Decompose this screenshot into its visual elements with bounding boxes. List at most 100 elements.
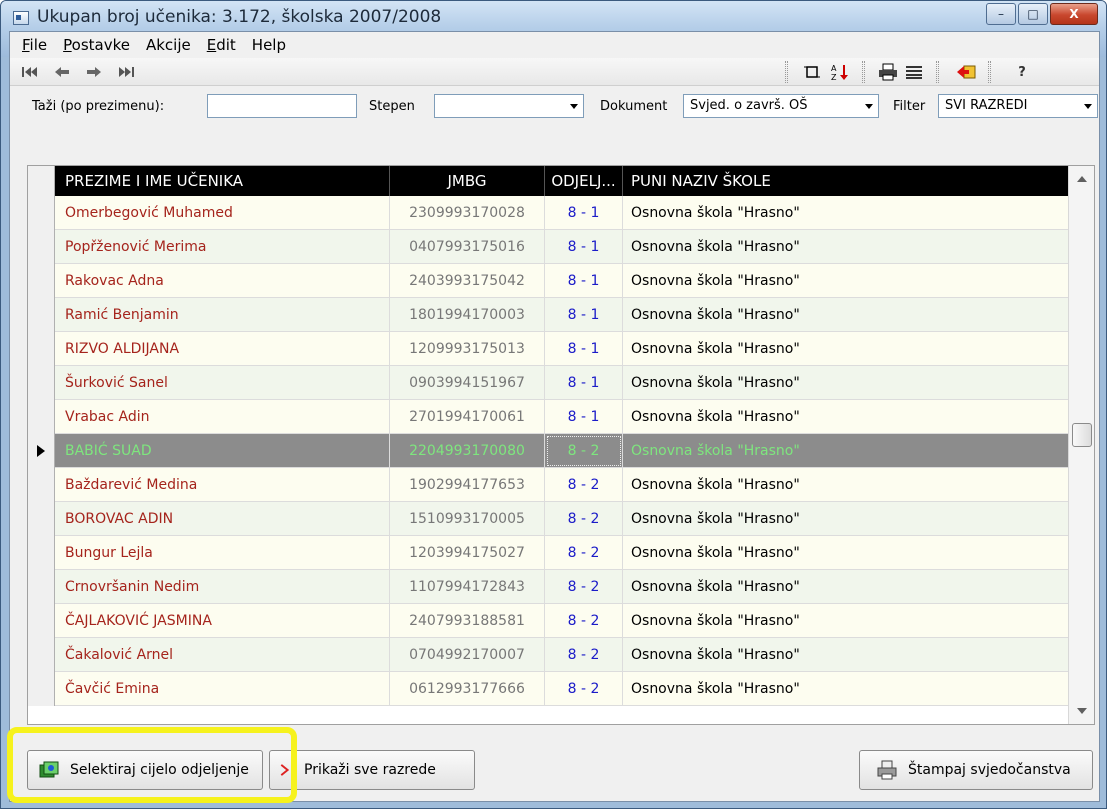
cell-student-name[interactable]: Čakalović Arnel bbox=[55, 638, 390, 672]
cell-jmbg[interactable]: 1902994177653 bbox=[390, 468, 545, 502]
row-indicator[interactable] bbox=[28, 298, 55, 332]
minimize-button[interactable]: – bbox=[986, 3, 1016, 25]
cell-student-name[interactable]: BOROVAC ADIN bbox=[55, 502, 390, 536]
cell-skola[interactable]: Osnovna škola "Hrasno" bbox=[623, 230, 1068, 264]
sort-icon[interactable]: AZ bbox=[828, 61, 852, 83]
cell-jmbg[interactable]: 2701994170061 bbox=[390, 400, 545, 434]
cell-skola[interactable]: Osnovna škola "Hrasno" bbox=[623, 468, 1068, 502]
stepen-select[interactable] bbox=[434, 94, 584, 118]
cell-odjeljenje[interactable]: 8 - 2 bbox=[545, 536, 623, 570]
cell-skola[interactable]: Osnovna škola "Hrasno" bbox=[623, 332, 1068, 366]
menu-edit[interactable]: Edit bbox=[199, 36, 244, 54]
table-row[interactable]: BABIĆ SUAD 2204993170080 8 - 2 Osnovna škol… bbox=[28, 434, 1068, 468]
next-record-icon[interactable] bbox=[82, 61, 106, 83]
table-row[interactable]: Čavčić Emina 0612993177666 8 - 2 Osnovna šk… bbox=[28, 672, 1068, 706]
cell-jmbg[interactable]: 1801994170003 bbox=[390, 298, 545, 332]
cell-student-name[interactable]: Šurković Sanel bbox=[55, 366, 390, 400]
row-indicator[interactable] bbox=[28, 196, 55, 230]
cell-skola[interactable]: Osnovna škola "Hrasno" bbox=[623, 264, 1068, 298]
prev-record-icon[interactable] bbox=[50, 61, 74, 83]
cell-odjeljenje[interactable]: 8 - 1 bbox=[545, 196, 623, 230]
table-row[interactable]: ČAJLAKOVIĆ JASMINA 2407993188581 8 - 2 Osno… bbox=[28, 604, 1068, 638]
cell-student-name[interactable]: RIZVO ALDIJANA bbox=[55, 332, 390, 366]
cell-odjeljenje[interactable]: 8 - 2 bbox=[545, 604, 623, 638]
row-indicator[interactable] bbox=[28, 434, 55, 468]
cell-student-name[interactable]: BABIĆ SUAD bbox=[55, 434, 390, 468]
col-header-name[interactable]: PREZIME I IME UČENIKA bbox=[55, 166, 390, 196]
row-indicator[interactable] bbox=[28, 468, 55, 502]
cell-odjeljenje[interactable]: 8 - 2 bbox=[545, 570, 623, 604]
cell-student-name[interactable]: Baždarević Medina bbox=[55, 468, 390, 502]
scroll-up-icon[interactable] bbox=[1077, 176, 1087, 182]
row-indicator[interactable] bbox=[28, 672, 55, 706]
cell-skola[interactable]: Osnovna škola "Hrasno" bbox=[623, 400, 1068, 434]
table-row[interactable]: Baždarević Medina 1902994177653 8 - 2 Osnov… bbox=[28, 468, 1068, 502]
cell-jmbg[interactable]: 1107994172843 bbox=[390, 570, 545, 604]
table-row[interactable]: Vrabac Adin 2701994170061 8 - 1 Osnovna ško… bbox=[28, 400, 1068, 434]
table-row[interactable]: BOROVAC ADIN 1510993170005 8 - 2 Osnovna šk… bbox=[28, 502, 1068, 536]
row-indicator[interactable] bbox=[28, 536, 55, 570]
row-indicator[interactable] bbox=[28, 570, 55, 604]
cell-student-name[interactable]: Vrabac Adin bbox=[55, 400, 390, 434]
col-header-jmbg[interactable]: JMBG bbox=[390, 166, 545, 196]
cell-odjeljenje[interactable]: 8 - 1 bbox=[545, 332, 623, 366]
table-row[interactable]: Ramić Benjamin 1801994170003 8 - 1 Osnovna … bbox=[28, 298, 1068, 332]
cell-jmbg[interactable]: 2407993188581 bbox=[390, 604, 545, 638]
cell-student-name[interactable]: ČAJLAKOVIĆ JASMINA bbox=[55, 604, 390, 638]
cell-jmbg[interactable]: 0704992170007 bbox=[390, 638, 545, 672]
cell-jmbg[interactable]: 0612993177666 bbox=[390, 672, 545, 706]
cell-odjeljenje[interactable]: 8 - 2 bbox=[545, 434, 623, 468]
cell-student-name[interactable]: Bungur Lejla bbox=[55, 536, 390, 570]
cell-skola[interactable]: Osnovna škola "Hrasno" bbox=[623, 434, 1068, 468]
row-indicator[interactable] bbox=[28, 264, 55, 298]
table-row[interactable]: Čakalović Arnel 0704992170007 8 - 2 Osnovna… bbox=[28, 638, 1068, 672]
cell-odjeljenje[interactable]: 8 - 2 bbox=[545, 468, 623, 502]
export-icon[interactable] bbox=[954, 61, 978, 83]
scroll-down-icon[interactable] bbox=[1077, 708, 1087, 714]
vertical-scrollbar[interactable] bbox=[1068, 166, 1094, 724]
scroll-thumb[interactable] bbox=[1072, 423, 1092, 447]
dokument-select[interactable]: Svjed. o završ. OŠ bbox=[683, 94, 879, 118]
table-row[interactable]: Omerbegović Muhamed 2309993170028 8 - 1 Osn… bbox=[28, 196, 1068, 230]
cell-odjeljenje[interactable]: 8 - 2 bbox=[545, 672, 623, 706]
cell-jmbg[interactable]: 1209993175013 bbox=[390, 332, 545, 366]
table-row[interactable]: Bungur Lejla 1203994175027 8 - 2 Osnovna šk… bbox=[28, 536, 1068, 570]
col-header-skola[interactable]: PUNI NAZIV ŠKOLE bbox=[623, 166, 1068, 196]
cell-skola[interactable]: Osnovna škola "Hrasno" bbox=[623, 196, 1068, 230]
cell-student-name[interactable]: Ramić Benjamin bbox=[55, 298, 390, 332]
row-indicator[interactable] bbox=[28, 332, 55, 366]
cell-student-name[interactable]: Omerbegović Muhamed bbox=[55, 196, 390, 230]
cell-skola[interactable]: Osnovna škola "Hrasno" bbox=[623, 672, 1068, 706]
help-icon[interactable]: ? bbox=[1010, 61, 1034, 83]
cell-jmbg[interactable]: 1510993170005 bbox=[390, 502, 545, 536]
cell-skola[interactable]: Osnovna škola "Hrasno" bbox=[623, 570, 1068, 604]
cell-jmbg[interactable]: 1203994175027 bbox=[390, 536, 545, 570]
print-certificates-button[interactable]: Štampaj svjedočanstva bbox=[859, 750, 1093, 790]
last-record-icon[interactable] bbox=[114, 61, 138, 83]
table-row[interactable]: Rakovac Adna 2403993175042 8 - 1 Osnovna šk… bbox=[28, 264, 1068, 298]
row-indicator[interactable] bbox=[28, 502, 55, 536]
cell-skola[interactable]: Osnovna škola "Hrasno" bbox=[623, 366, 1068, 400]
cell-odjeljenje[interactable]: 8 - 1 bbox=[545, 298, 623, 332]
cell-odjeljenje[interactable]: 8 - 1 bbox=[545, 400, 623, 434]
col-header-odjeljenje[interactable]: ODJELJ... bbox=[545, 166, 623, 196]
cell-skola[interactable]: Osnovna škola "Hrasno" bbox=[623, 536, 1068, 570]
table-row[interactable]: Crnovršanin Nedim 1107994172843 8 - 2 Osnov… bbox=[28, 570, 1068, 604]
close-button[interactable]: X bbox=[1050, 3, 1098, 25]
cell-student-name[interactable]: Rakovac Adna bbox=[55, 264, 390, 298]
cell-student-name[interactable]: Popřženović Merima bbox=[55, 230, 390, 264]
cell-odjeljenje[interactable]: 8 - 1 bbox=[545, 264, 623, 298]
list-icon[interactable] bbox=[902, 61, 926, 83]
cell-skola[interactable]: Osnovna škola "Hrasno" bbox=[623, 638, 1068, 672]
row-indicator[interactable] bbox=[28, 400, 55, 434]
cell-odjeljenje[interactable]: 8 - 2 bbox=[545, 638, 623, 672]
cell-jmbg[interactable]: 2309993170028 bbox=[390, 196, 545, 230]
menu-file[interactable]: File bbox=[14, 36, 55, 54]
cell-jmbg[interactable]: 0903994151967 bbox=[390, 366, 545, 400]
menu-help[interactable]: Help bbox=[244, 36, 294, 54]
table-row[interactable]: Šurković Sanel 0903994151967 8 - 1 Osnovna … bbox=[28, 366, 1068, 400]
row-indicator[interactable] bbox=[28, 638, 55, 672]
first-record-icon[interactable] bbox=[18, 61, 42, 83]
table-row[interactable]: RIZVO ALDIJANA 1209993175013 8 - 1 Osnovna … bbox=[28, 332, 1068, 366]
crop-icon[interactable] bbox=[800, 61, 824, 83]
